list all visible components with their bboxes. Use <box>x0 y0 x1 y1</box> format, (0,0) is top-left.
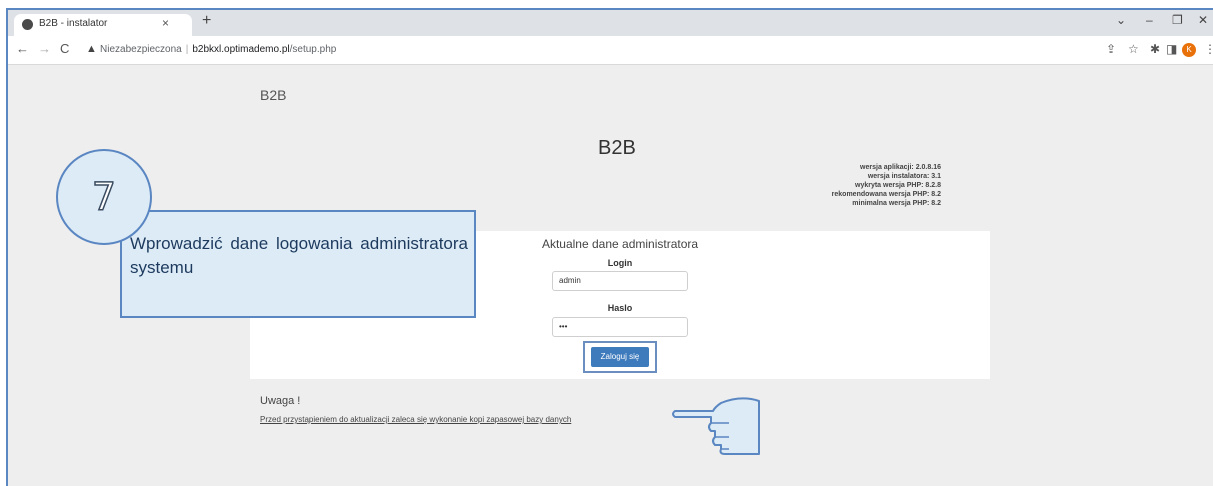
pointing-hand-icon <box>672 397 760 455</box>
restore-icon[interactable]: ❐ <box>1172 13 1183 27</box>
version-info: wersja aplikacji: 2.0.8.16 wersja instal… <box>832 163 941 208</box>
close-window-icon[interactable]: ✕ <box>1198 13 1208 27</box>
minimize-icon[interactable]: – <box>1146 13 1153 27</box>
tab-search-icon[interactable]: ⌄ <box>1116 13 1126 27</box>
instruction-callout: Wprowadzić dane logowania administratora… <box>120 210 476 318</box>
browser-toolbar: ← → C ▲ Niezabezpieczona | b2bkxl.optimade… <box>8 36 1213 65</box>
bookmark-star-icon[interactable]: ☆ <box>1128 42 1139 56</box>
url-separator: | <box>185 44 189 55</box>
login-button[interactable]: Zaloguj się <box>591 347 649 367</box>
php-detected-version: wykryta wersja PHP: 8.2.8 <box>855 182 941 189</box>
browser-tab[interactable]: B2B - instalator × <box>14 14 192 36</box>
new-tab-button[interactable]: + <box>202 12 211 30</box>
tab-bar: B2B - instalator × + ⌄ – ❐ ✕ <box>8 10 1213 36</box>
globe-icon <box>22 19 33 30</box>
menu-icon[interactable]: ⋮ <box>1204 42 1213 56</box>
forward-icon[interactable]: → <box>38 41 51 56</box>
extensions-icon[interactable]: ✱ <box>1150 42 1160 56</box>
url-path: /setup.php <box>289 44 337 55</box>
installer-version: wersja instalatora: 3.1 <box>867 173 941 180</box>
php-recommended-version: rekomendowana wersja PHP: 8.2 <box>831 191 941 198</box>
page-title: B2B <box>598 137 636 159</box>
share-icon[interactable]: ⇪ <box>1106 42 1116 56</box>
warning-icon: ▲ <box>86 43 97 55</box>
address-bar[interactable]: Niezabezpieczona | b2bkxl.optimademo.pl/se… <box>100 44 336 55</box>
tab-close-button[interactable]: × <box>162 16 169 30</box>
password-input[interactable]: ••• <box>552 317 688 337</box>
instruction-text: Wprowadzić dane logowania administratora… <box>130 234 468 277</box>
reload-icon[interactable]: C <box>60 41 69 56</box>
back-icon[interactable]: ← <box>16 41 29 56</box>
php-minimum-version: minimalna wersja PHP: 8.2 <box>852 200 941 207</box>
browser-window: B2B - instalator × + ⌄ – ❐ ✕ ← → C ▲ Nie… <box>6 8 1213 486</box>
page-content: B2B B2B wersja aplikacji: 2.0.8.16 wersj… <box>8 65 1213 486</box>
profile-avatar[interactable]: K <box>1182 43 1196 57</box>
security-label: Niezabezpieczona <box>100 44 182 55</box>
login-input[interactable]: admin <box>552 271 688 291</box>
site-header: B2B <box>260 87 287 103</box>
step-number-badge: 7 <box>56 149 152 245</box>
side-panel-icon[interactable]: ◨ <box>1166 42 1177 56</box>
backup-notice-link[interactable]: Przed przystąpieniem do aktualizacji zal… <box>260 415 571 424</box>
notice-title: Uwaga ! <box>260 395 301 407</box>
app-version: wersja aplikacji: 2.0.8.16 <box>860 164 941 171</box>
url-host: b2bkxl.optimademo.pl <box>192 44 290 55</box>
tab-title: B2B - instalator <box>39 18 108 29</box>
